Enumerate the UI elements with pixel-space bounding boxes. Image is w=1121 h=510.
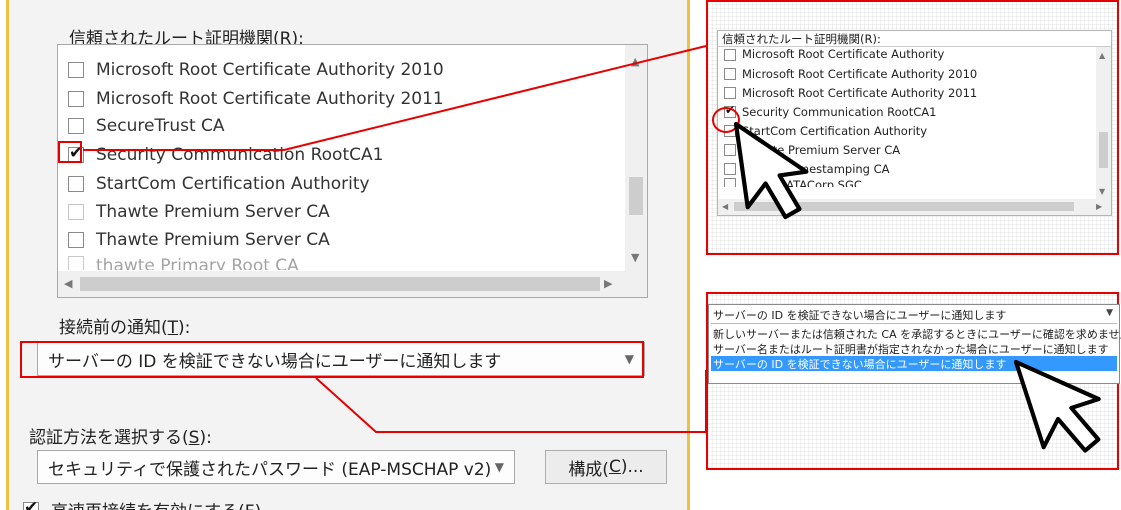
mouse-pointer-icon (1013, 359, 1101, 453)
mouse-pointer-icon (733, 121, 809, 220)
cursor-overlays (733, 121, 1101, 453)
